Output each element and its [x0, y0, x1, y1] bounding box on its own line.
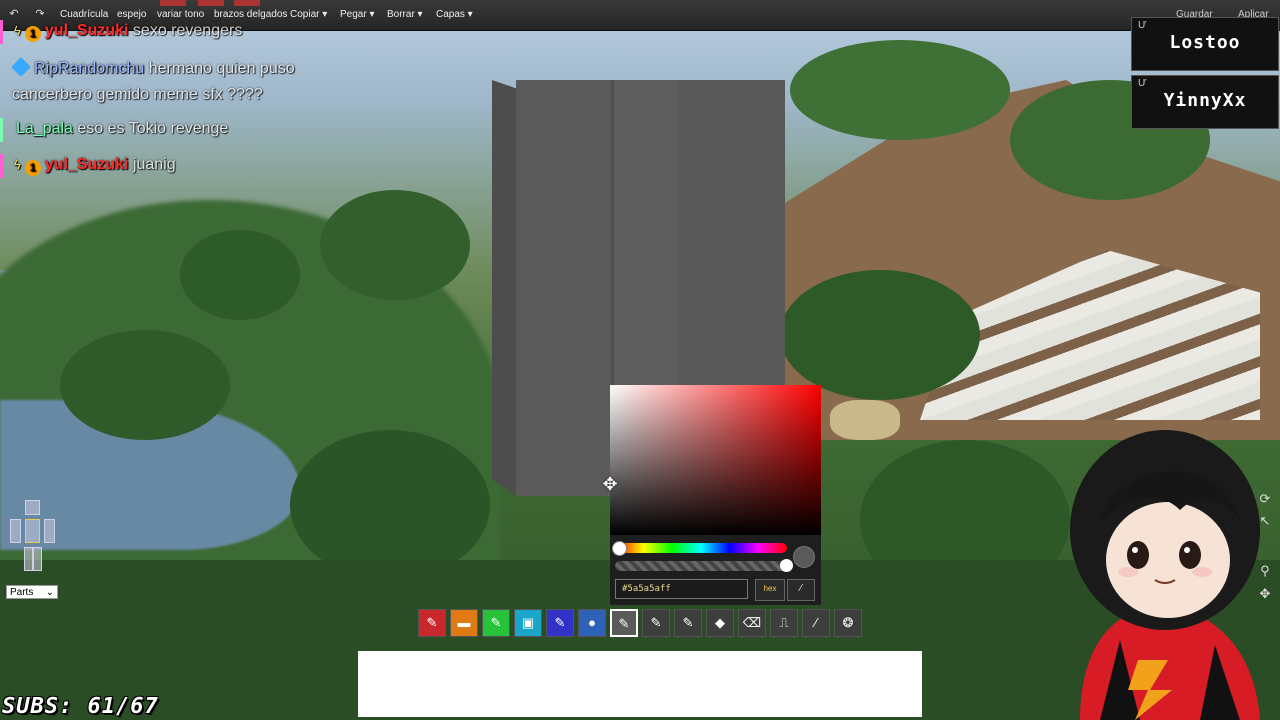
vary-tone-toggle[interactable]: variar tono — [157, 9, 204, 20]
body-part-selector — [6, 497, 58, 577]
tree — [780, 270, 980, 400]
tree — [290, 430, 490, 580]
palette-icon: ❂ — [842, 615, 854, 630]
chat-message-text: cancerbero gemido meme sfx ???? — [12, 86, 263, 103]
eyedropper-icon: ⁄ — [800, 583, 802, 594]
stamp-tool[interactable]: ⎍ — [770, 609, 798, 637]
sand-patch — [830, 400, 900, 440]
chat-message-text: eso es Tokio revenge — [77, 120, 229, 137]
tree — [180, 230, 300, 320]
name-box: Ư YinnyXx — [1131, 75, 1279, 129]
grid-toggle[interactable]: Cuadrícula — [60, 9, 108, 20]
chat-message-text: sexo revengers — [132, 22, 243, 39]
chat-message-text: hermano quien puso — [148, 60, 295, 77]
white-panel — [358, 651, 922, 717]
gradient-icon: ▬ — [457, 615, 471, 630]
tree — [790, 40, 1010, 140]
mirror-toggle[interactable]: espejo — [117, 9, 146, 20]
cube-icon — [11, 57, 31, 77]
streamer-name: Lostoo — [1169, 32, 1241, 53]
parts-select[interactable]: Parts ⌄ — [6, 585, 58, 599]
pencil-red-tool[interactable]: ✎ — [418, 609, 446, 637]
gradient-tool[interactable]: ▬ — [450, 609, 478, 637]
pencil-gray-tool-2[interactable]: ✎ — [642, 609, 670, 637]
right-leg-part[interactable] — [33, 547, 42, 571]
alpha-slider-knob[interactable] — [780, 559, 793, 572]
bolt-icon: ϟ — [14, 157, 21, 172]
right-arm-part[interactable] — [44, 519, 55, 543]
left-arm-part[interactable] — [10, 519, 21, 543]
eyedropper-icon: ⁄ — [814, 615, 818, 630]
color-swatch[interactable] — [198, 0, 224, 6]
paste-menu[interactable]: Pegar ▾ — [340, 9, 374, 20]
u-icon: Ư — [1138, 78, 1147, 89]
slim-arms-toggle[interactable]: brazos delgados — [214, 9, 287, 20]
layers-menu[interactable]: Capas ▾ — [436, 9, 473, 20]
move-cursor-icon: ✥ — [602, 474, 618, 494]
circle-blue-tool[interactable]: ● — [578, 609, 606, 637]
saturation-value-area[interactable] — [610, 385, 821, 535]
color-swatch[interactable] — [234, 0, 260, 6]
chevron-down-icon: ⌄ — [45, 587, 54, 598]
pencil-blue-tool[interactable]: ✎ — [546, 609, 574, 637]
color-preview — [793, 546, 815, 568]
pencil-gray-3-icon: ✎ — [682, 615, 694, 630]
hex-input[interactable]: #5a5a5aff — [615, 579, 748, 599]
color-swatch[interactable] — [160, 0, 186, 6]
chat-username: yul_Suzuki — [44, 156, 129, 173]
delete-menu[interactable]: Borrar ▾ — [387, 9, 423, 20]
pencil-blue-icon: ✎ — [554, 615, 566, 630]
parts-select-value: Parts — [10, 587, 34, 598]
u-icon: Ư — [1138, 20, 1147, 31]
pencil-green-tool[interactable]: ✎ — [482, 609, 510, 637]
chat-username: yul_Suzuki — [44, 22, 129, 39]
left-leg-part[interactable] — [24, 547, 33, 571]
name-box: Ư Lostoo — [1131, 17, 1279, 71]
redo-icon[interactable]: ↷ — [34, 8, 46, 20]
head-part[interactable] — [25, 500, 40, 515]
streamer-name: YinnyXx — [1163, 90, 1247, 111]
pencil-green-icon: ✎ — [490, 615, 502, 630]
hex-mode-button[interactable]: hex — [755, 579, 785, 601]
bucket-tool[interactable]: ◆ — [706, 609, 734, 637]
copy-menu[interactable]: Copiar ▾ — [290, 9, 327, 20]
stamp-icon: ⎍ — [779, 615, 789, 630]
palette-tool[interactable]: ❂ — [834, 609, 862, 637]
tree — [60, 330, 230, 440]
chat-message-text: juanig — [132, 156, 176, 173]
bolt-icon: ϟ — [14, 23, 21, 38]
circle-blue-icon: ● — [588, 615, 596, 630]
fill-cyan-tool[interactable]: ▣ — [514, 609, 542, 637]
badge-icon: 1 — [24, 26, 41, 42]
fill-cyan-icon: ▣ — [521, 615, 535, 630]
hue-slider[interactable] — [615, 543, 787, 553]
tree — [320, 190, 470, 300]
eyedropper-tool[interactable]: ⁄ — [802, 609, 830, 637]
pencil-gray-2-icon: ✎ — [650, 615, 662, 630]
alpha-slider[interactable] — [615, 561, 787, 571]
vtuber-avatar — [1070, 430, 1260, 720]
pencil-gray-icon: ✎ — [618, 616, 630, 631]
pencil-red-icon: ✎ — [426, 615, 438, 630]
bucket-icon: ◆ — [715, 615, 725, 630]
pencil-gray-tool-3[interactable]: ✎ — [674, 609, 702, 637]
badge-icon: 1 — [24, 160, 41, 176]
chat-username: La_pala — [16, 120, 73, 137]
eyedropper-button[interactable]: ⁄ — [787, 579, 815, 601]
color-picker: #5a5a5aff hex ⁄ — [610, 385, 821, 605]
tool-palette: ✎ ▬ ✎ ▣ ✎ ● ✎ ✎ ✎ ◆ ⌫ ⎍ ⁄ ❂ — [418, 609, 862, 641]
subs-counter: SUBS: 61/67 — [2, 694, 159, 719]
hue-slider-knob[interactable] — [612, 541, 627, 556]
torso-part[interactable] — [25, 519, 40, 543]
chat-username: RipRandomchu — [34, 60, 145, 77]
pencil-gray-tool[interactable]: ✎ — [610, 609, 638, 637]
eraser-icon: ⌫ — [742, 615, 762, 630]
undo-icon[interactable]: ↶ — [8, 8, 20, 20]
eraser-tool[interactable]: ⌫ — [738, 609, 766, 637]
